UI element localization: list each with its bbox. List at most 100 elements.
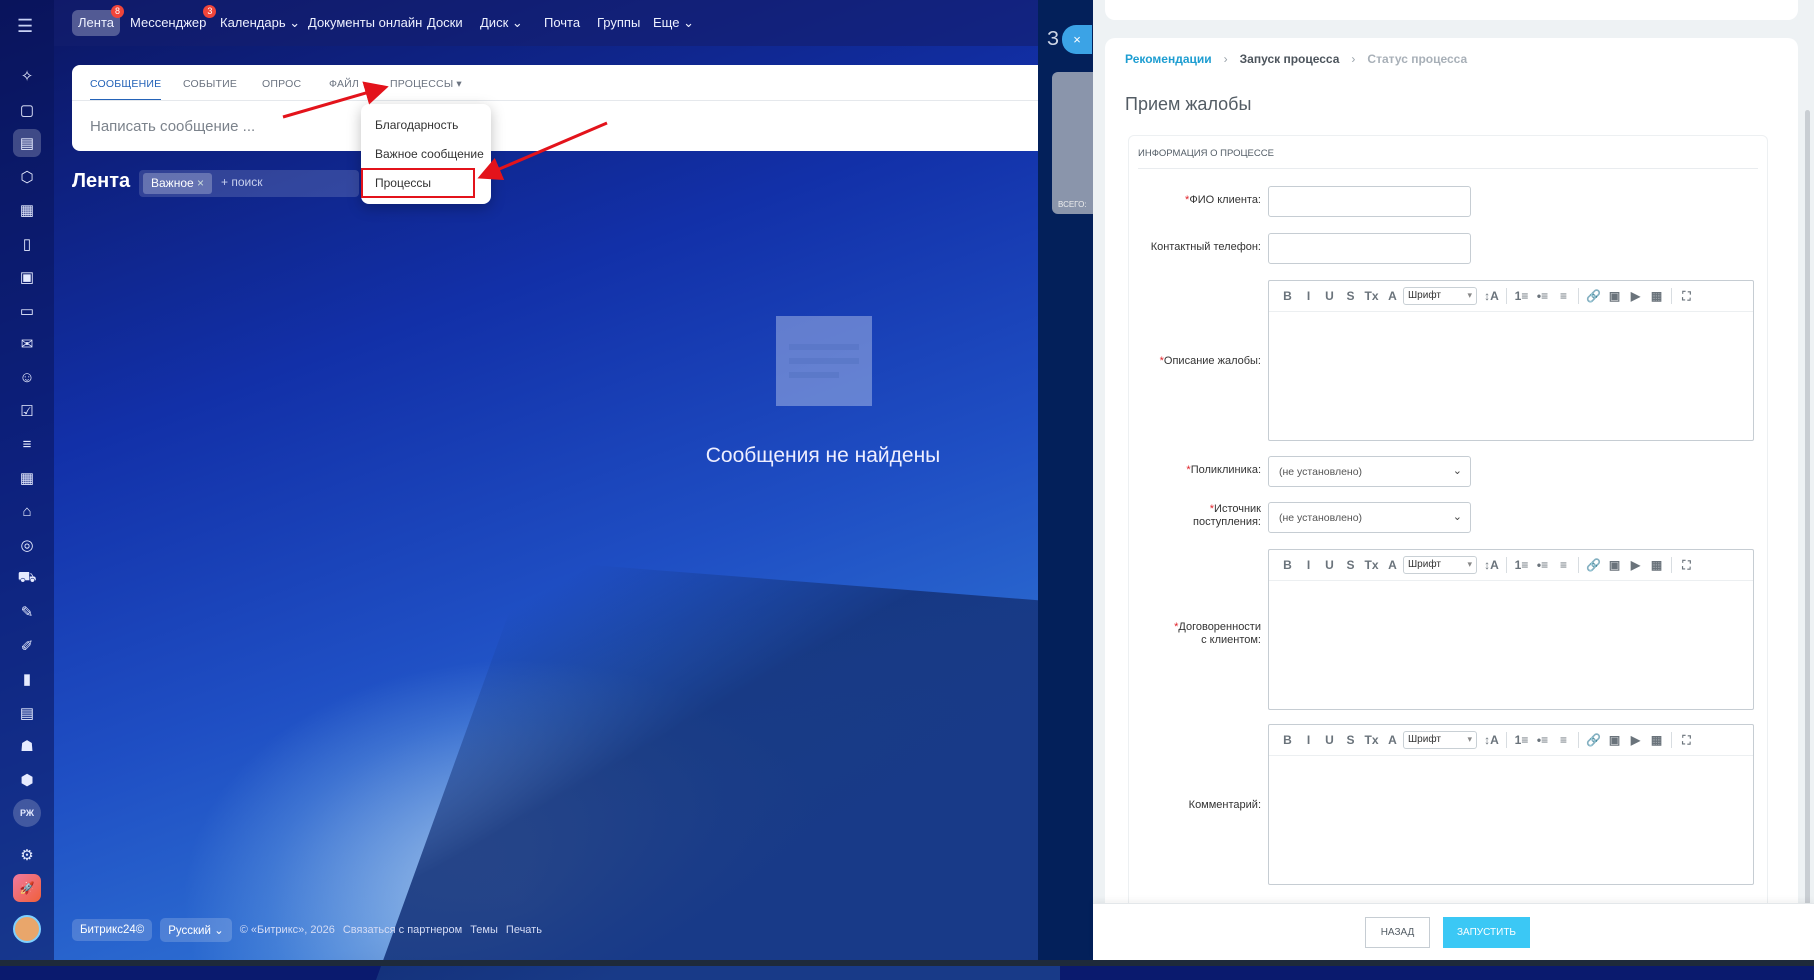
toolbar-separator	[1671, 288, 1672, 304]
toolbar-button-2[interactable]: U	[1319, 289, 1340, 303]
cart-icon[interactable]: ⛟	[13, 565, 41, 593]
toolbar-button-11[interactable]: ≡	[1553, 733, 1574, 747]
clinic-select[interactable]: (не установлено) ⌄	[1268, 456, 1471, 487]
brand-button[interactable]: Битрикс24©	[72, 918, 153, 941]
language-select[interactable]: Русский ⌄	[160, 917, 232, 942]
toolbar-button-10[interactable]: •≡	[1532, 558, 1553, 572]
toolbar-button-14[interactable]: ▣	[1604, 733, 1625, 747]
toolbar-button-10[interactable]: •≡	[1532, 733, 1553, 747]
toolbar-separator	[1578, 557, 1579, 573]
user-initials[interactable]: РЖ	[13, 799, 41, 827]
rocket-icon[interactable]: 🚀	[13, 874, 41, 902]
toolbar-button-9[interactable]: 1≡	[1511, 558, 1532, 572]
toolbar-button-15[interactable]: ▶	[1625, 289, 1646, 303]
sign-icon[interactable]: ✎	[13, 598, 41, 626]
toolbar-button-4[interactable]: Tx	[1361, 558, 1382, 572]
panel-scrollbar[interactable]	[1805, 110, 1810, 905]
phone-input[interactable]	[1268, 233, 1471, 264]
mail-icon[interactable]: ✉	[13, 330, 41, 358]
drive-icon[interactable]: ▭	[13, 297, 41, 325]
toolbar-button-15[interactable]: ▶	[1625, 733, 1646, 747]
empty-state-text: Сообщения не найдены	[705, 444, 941, 467]
toolbar-button-14[interactable]: ▣	[1604, 558, 1625, 572]
toolbar-button-16[interactable]: ▦	[1646, 289, 1667, 303]
toolbar-button-7[interactable]: ↕A	[1481, 558, 1502, 572]
toolbar-button-4[interactable]: Tx	[1361, 733, 1382, 747]
toolbar-button-0[interactable]: B	[1277, 733, 1298, 747]
planner-icon[interactable]: ▦	[13, 464, 41, 492]
funnel-icon[interactable]: ≡	[13, 431, 41, 459]
close-icon[interactable]: ×	[197, 176, 204, 190]
font-select[interactable]: Шрифт	[1403, 287, 1477, 305]
bot-icon[interactable]: ☗	[13, 732, 41, 760]
toolbar-separator	[1506, 288, 1507, 304]
toolbar-button-4[interactable]: Tx	[1361, 289, 1382, 303]
back-button[interactable]: НАЗАД	[1365, 917, 1430, 948]
font-select[interactable]: Шрифт	[1403, 556, 1477, 574]
toolbar-button-5[interactable]: A	[1382, 289, 1403, 303]
agreements-editor[interactable]: BIUSTxAШрифт ↕A 1≡•≡≡ 🔗▣▶▦ ⛶	[1268, 549, 1754, 710]
group-icon[interactable]: ☺	[13, 364, 41, 392]
toolbar-button-10[interactable]: •≡	[1532, 289, 1553, 303]
print-link[interactable]: Печать	[506, 924, 542, 936]
toolbar-button-14[interactable]: ▣	[1604, 289, 1625, 303]
warehouse-icon[interactable]: ⌂	[13, 498, 41, 526]
comment-editor[interactable]: BIUSTxAШрифт ↕A 1≡•≡≡ 🔗▣▶▦ ⛶	[1268, 724, 1754, 885]
breadcrumb-recommendations[interactable]: Рекомендации	[1125, 52, 1212, 66]
source-select[interactable]: (не установлено) ⌄	[1268, 502, 1471, 533]
partner-link[interactable]: Связаться с партнером	[343, 924, 462, 936]
box-icon[interactable]: ⬢	[13, 766, 41, 794]
feed-filter[interactable]: Важное × + поиск	[139, 170, 359, 197]
toolbar-button-11[interactable]: ≡	[1553, 558, 1574, 572]
toolbar-button-13[interactable]: 🔗	[1583, 289, 1604, 303]
toolbar-separator	[1506, 557, 1507, 573]
pen-icon[interactable]: ✐	[13, 632, 41, 660]
run-button[interactable]: ЗАПУСТИТЬ	[1443, 917, 1530, 948]
toolbar-button-18[interactable]: ⛶	[1676, 733, 1697, 748]
chevron-down-icon: ⌄	[1452, 511, 1462, 523]
fio-input[interactable]	[1268, 186, 1471, 217]
toolbar-button-2[interactable]: U	[1319, 733, 1340, 747]
avatar[interactable]: ●	[13, 915, 41, 943]
themes-link[interactable]: Темы	[470, 924, 498, 936]
toolbar-button-9[interactable]: 1≡	[1511, 289, 1532, 303]
toolbar-button-1[interactable]: I	[1298, 558, 1319, 572]
toolbar-button-5[interactable]: A	[1382, 558, 1403, 572]
toolbar-button-18[interactable]: ⛶	[1676, 558, 1697, 573]
tasks-icon[interactable]: ☑	[13, 397, 41, 425]
agreements-label: *Договоренности с клиентом:	[1174, 621, 1261, 646]
target-icon[interactable]: ◎	[13, 531, 41, 559]
toolbar-button-0[interactable]: B	[1277, 289, 1298, 303]
toolbar-separator	[1671, 557, 1672, 573]
process-start-panel: Рекомендации › Запуск процесса › Статус пр…	[1093, 0, 1814, 960]
font-select[interactable]: Шрифт	[1403, 731, 1477, 749]
toolbar-button-16[interactable]: ▦	[1646, 733, 1667, 747]
toolbar-button-5[interactable]: A	[1382, 733, 1403, 747]
toolbar-button-3[interactable]: S	[1340, 733, 1361, 747]
toolbar-button-0[interactable]: B	[1277, 558, 1298, 572]
toolbar-button-7[interactable]: ↕A	[1481, 733, 1502, 747]
arrow-to-processes-tab	[282, 81, 389, 119]
toolbar-button-2[interactable]: U	[1319, 558, 1340, 572]
section-title: ИНФОРМАЦИЯ О ПРОЦЕССЕ	[1138, 148, 1274, 159]
toolbar-button-3[interactable]: S	[1340, 289, 1361, 303]
toolbar-button-1[interactable]: I	[1298, 733, 1319, 747]
toolbar-button-13[interactable]: 🔗	[1583, 733, 1604, 747]
filter-chip-important[interactable]: Важное ×	[143, 173, 213, 194]
filter-search-input[interactable]: + поиск	[221, 175, 262, 189]
toolbar-button-13[interactable]: 🔗	[1583, 558, 1604, 572]
close-panel-button[interactable]: ×	[1062, 25, 1092, 54]
settings-icon[interactable]: ⚙	[13, 841, 41, 869]
toolbar-button-1[interactable]: I	[1298, 289, 1319, 303]
toolbar-button-15[interactable]: ▶	[1625, 558, 1646, 572]
contact-card-icon[interactable]: ▤	[13, 699, 41, 727]
toolbar-button-16[interactable]: ▦	[1646, 558, 1667, 572]
form-title: Прием жалобы	[1125, 94, 1252, 114]
toolbar-button-18[interactable]: ⛶	[1676, 289, 1697, 304]
toolbar-button-11[interactable]: ≡	[1553, 289, 1574, 303]
toolbar-button-7[interactable]: ↕A	[1481, 289, 1502, 303]
toolbar-button-3[interactable]: S	[1340, 558, 1361, 572]
toolbar-button-9[interactable]: 1≡	[1511, 733, 1532, 747]
complaint-editor[interactable]: BIUSTxAШрифт ↕A 1≡•≡≡ 🔗▣▶▦ ⛶	[1268, 280, 1754, 441]
analytics-icon[interactable]: ▮	[13, 665, 41, 693]
